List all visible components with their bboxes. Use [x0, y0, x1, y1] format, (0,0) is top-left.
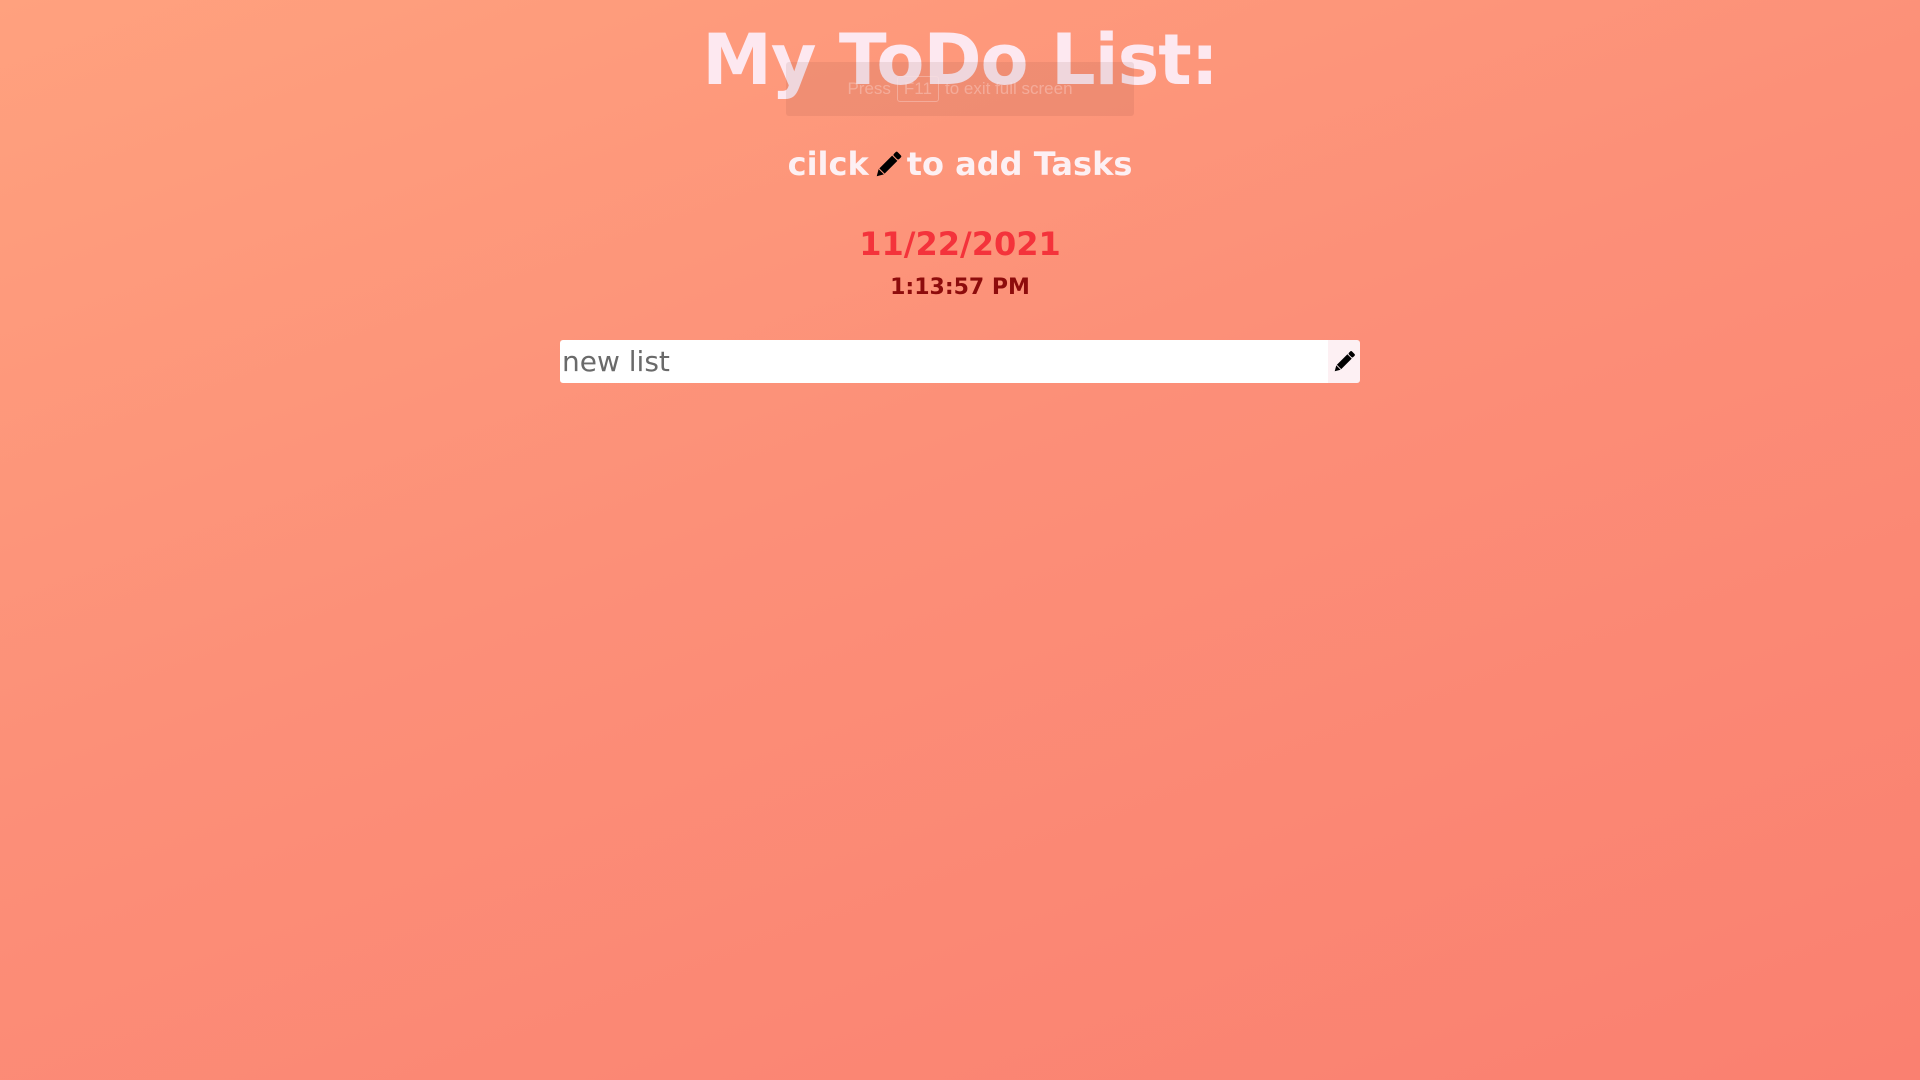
add-task-form [560, 340, 1360, 383]
current-date: 11/22/2021 [859, 225, 1061, 263]
fullscreen-hint-prefix: Press [847, 79, 891, 98]
current-time: 1:13:57 PM [890, 275, 1030, 300]
fullscreen-hint-key: F11 [896, 76, 939, 102]
fullscreen-hint-suffix: to exit full screen [944, 79, 1073, 98]
task-input[interactable] [560, 340, 1328, 383]
pencil-icon [871, 147, 905, 181]
fullscreen-hint: Press F11 to exit full screen [786, 62, 1134, 116]
add-task-button[interactable] [1328, 340, 1360, 383]
instructions: cilck to add Tasks [0, 140, 1920, 188]
pencil-icon [1330, 348, 1358, 376]
instructions-text-after: to add Tasks [906, 145, 1133, 183]
instructions-text-before: cilck [787, 145, 869, 183]
